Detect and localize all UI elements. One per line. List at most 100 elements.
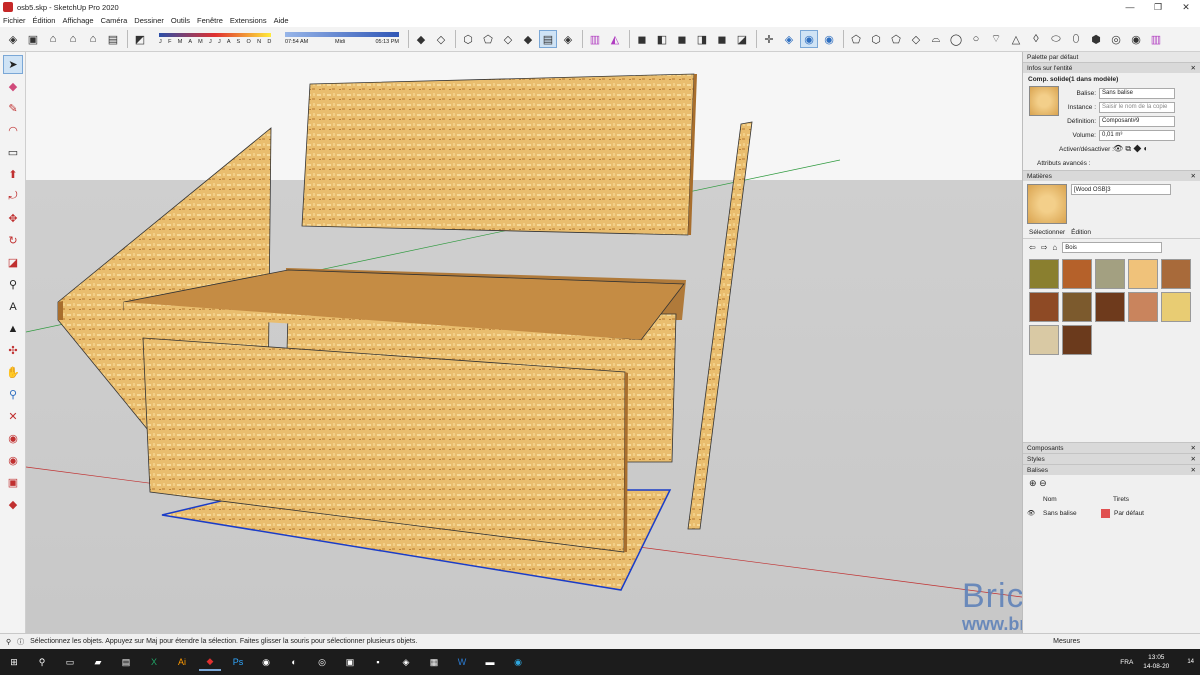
- menu-fichier[interactable]: Fichier: [3, 16, 26, 25]
- hex-shape-icon[interactable]: ⬡: [867, 30, 885, 48]
- material-swatch[interactable]: [1128, 259, 1158, 289]
- toggle-icons[interactable]: 👁 ⧉ ◆ ◐: [1113, 144, 1148, 154]
- tag-row-name[interactable]: Sans balise: [1043, 510, 1101, 517]
- disc-shape-icon[interactable]: ◯: [947, 30, 965, 48]
- style-icon[interactable]: ◈: [559, 30, 577, 48]
- close-icon[interactable]: ✕: [1191, 64, 1196, 72]
- sketchup-task-icon[interactable]: ◆: [199, 653, 221, 671]
- shadow-month-slider[interactable]: J F M A M J J A S O N D: [155, 29, 275, 49]
- components-header[interactable]: Composants ✕: [1023, 442, 1200, 453]
- solid-intersect-icon[interactable]: ◧: [653, 30, 671, 48]
- extra-plugin-icon[interactable]: ▥: [1147, 30, 1165, 48]
- select-tool-icon[interactable]: ➤: [3, 55, 23, 74]
- torus-shape-icon[interactable]: ◉: [1127, 30, 1145, 48]
- cone-shape-icon[interactable]: △: [1007, 30, 1025, 48]
- minimize-button[interactable]: —: [1116, 2, 1144, 13]
- menu-dessiner[interactable]: Dessiner: [134, 16, 164, 25]
- edge-icon[interactable]: ◐: [283, 653, 305, 671]
- orbit-icon[interactable]: ◉: [800, 30, 818, 48]
- ellipse-shape-icon[interactable]: ⬭: [1047, 30, 1065, 48]
- add-tag-icon[interactable]: ⊕: [1029, 478, 1037, 488]
- menu-fenetre[interactable]: Fenêtre: [197, 16, 223, 25]
- menu-extensions[interactable]: Extensions: [230, 16, 267, 25]
- extension-warehouse-icon[interactable]: ◉: [3, 451, 23, 470]
- component-icon[interactable]: ◈: [780, 30, 798, 48]
- line-tool-icon[interactable]: ✎: [3, 99, 23, 118]
- material-swatch[interactable]: [1062, 325, 1092, 355]
- pent-shape-icon[interactable]: ⬠: [887, 30, 905, 48]
- material-library-select[interactable]: Bois: [1062, 242, 1163, 253]
- shaded-textures-icon[interactable]: ◆: [519, 30, 537, 48]
- start-icon[interactable]: ⊞: [3, 653, 25, 671]
- offset-tool-icon[interactable]: ⤾: [3, 187, 23, 206]
- definition-input[interactable]: Composant#9: [1099, 115, 1175, 127]
- material-swatch[interactable]: [1062, 259, 1092, 289]
- view-top-icon[interactable]: ▣: [24, 30, 42, 48]
- section-plane-icon[interactable]: ▥: [586, 30, 604, 48]
- zoom-tool-icon[interactable]: ⚲: [3, 385, 23, 404]
- layout-icon[interactable]: ▣: [3, 473, 23, 492]
- terminal-icon[interactable]: ▬: [479, 653, 501, 671]
- close-icon[interactable]: ✕: [1191, 455, 1196, 463]
- box-shape-icon[interactable]: ⬠: [847, 30, 865, 48]
- rectangle-tool-icon[interactable]: ▭: [3, 143, 23, 162]
- warehouse-icon[interactable]: ◉: [3, 429, 23, 448]
- menu-edition[interactable]: Édition: [33, 16, 56, 25]
- view-left-icon[interactable]: ▤: [104, 30, 122, 48]
- maximize-button[interactable]: ❐: [1144, 2, 1172, 13]
- sphere-shape-icon[interactable]: ◎: [1107, 30, 1125, 48]
- task-view-icon[interactable]: ▭: [59, 653, 81, 671]
- view-right-icon[interactable]: ⌂: [64, 30, 82, 48]
- xray-icon[interactable]: ◆: [412, 30, 430, 48]
- material-name-input[interactable]: [Wood OSB]3: [1071, 184, 1171, 195]
- material-swatch[interactable]: [1062, 292, 1092, 322]
- tube-shape-icon[interactable]: ⌔: [987, 30, 1005, 48]
- explorer-icon[interactable]: ▰: [87, 653, 109, 671]
- visibility-icon[interactable]: 👁: [1027, 509, 1043, 517]
- menu-affichage[interactable]: Affichage: [62, 16, 93, 25]
- arc-tool-icon[interactable]: ◠: [3, 121, 23, 140]
- model-scene[interactable]: [26, 52, 1022, 633]
- eraser-tool-icon[interactable]: ◆: [3, 77, 23, 96]
- flip-icon[interactable]: ◭: [606, 30, 624, 48]
- model-viewport[interactable]: BricoZone www.bricozone.be: [26, 52, 1022, 633]
- menu-outils[interactable]: Outils: [171, 16, 190, 25]
- tags-header[interactable]: Balises ✕: [1023, 464, 1200, 475]
- close-icon[interactable]: ✕: [1191, 466, 1196, 474]
- forward-icon[interactable]: ⇨: [1041, 243, 1048, 252]
- zoom-extents-tool-icon[interactable]: ✕: [3, 407, 23, 426]
- camera-app-icon[interactable]: ◎: [311, 653, 333, 671]
- tag-color[interactable]: [1101, 508, 1110, 518]
- menu-camera[interactable]: Caméra: [101, 16, 128, 25]
- push-pull-tool-icon[interactable]: ⬆: [3, 165, 23, 184]
- circle-shape-icon[interactable]: ○: [967, 30, 985, 48]
- material-swatch[interactable]: [1095, 259, 1125, 289]
- remove-tag-icon[interactable]: ⊖: [1039, 478, 1047, 488]
- word-icon[interactable]: W: [451, 653, 473, 671]
- solid-split-icon[interactable]: ◪: [733, 30, 751, 48]
- shadows-toggle-icon[interactable]: ◩: [131, 30, 149, 48]
- hidden-line-icon[interactable]: ⬠: [479, 30, 497, 48]
- material-swatch[interactable]: [1029, 325, 1059, 355]
- pan-tool-icon[interactable]: ✋: [3, 363, 23, 382]
- oval-shape-icon[interactable]: ⬯: [1067, 30, 1085, 48]
- epic-icon[interactable]: ▪: [367, 653, 389, 671]
- app-icon[interactable]: ▣: [339, 653, 361, 671]
- orbit-tool-icon[interactable]: ✣: [3, 341, 23, 360]
- tab-select[interactable]: Sélectionner: [1029, 229, 1065, 236]
- solid-subtract-icon[interactable]: ◨: [693, 30, 711, 48]
- material-swatch[interactable]: [1128, 292, 1158, 322]
- shadow-time-slider[interactable]: 07:54 AM Midi 05:13 PM: [283, 29, 401, 49]
- diamond-shape-icon[interactable]: ◇: [907, 30, 925, 48]
- close-icon[interactable]: ✕: [1191, 444, 1196, 452]
- notification-badge[interactable]: 14: [1187, 659, 1194, 665]
- view-front-icon[interactable]: ⌂: [44, 30, 62, 48]
- back-icon[interactable]: ⇦: [1029, 243, 1036, 252]
- close-icon[interactable]: ✕: [1191, 172, 1196, 180]
- info-icon[interactable]: ⓘ: [17, 637, 24, 647]
- materials-header[interactable]: Matières ✕: [1023, 170, 1200, 181]
- drop-shape-icon[interactable]: ◊: [1027, 30, 1045, 48]
- solid-union-icon[interactable]: ◼: [673, 30, 691, 48]
- axes-icon[interactable]: ✛: [760, 30, 778, 48]
- excel-icon[interactable]: X: [143, 653, 165, 671]
